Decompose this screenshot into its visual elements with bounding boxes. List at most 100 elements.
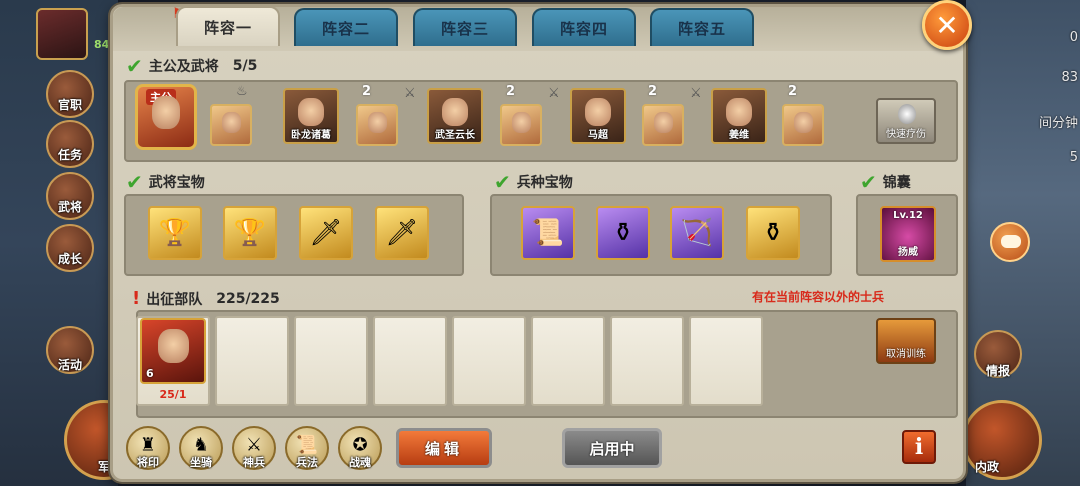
close-icon: ✕ xyxy=(935,8,959,42)
soldier-card[interactable] xyxy=(500,104,542,146)
treasure-sword[interactable]: 🗡 xyxy=(375,206,429,260)
cancel-training-button[interactable]: 取消训练 xyxy=(876,318,936,364)
sword-icon: 🗡 xyxy=(385,218,419,248)
hero-card-guanyu[interactable]: 武圣云长 xyxy=(427,88,483,144)
flame-icon: ♨ xyxy=(236,84,248,99)
weapon-icon: ⚔ xyxy=(245,434,263,456)
side-label-quest: 任务 xyxy=(57,148,82,162)
troop-slot-empty[interactable] xyxy=(531,316,605,406)
troop-treasure-title: ✔ 兵种宝物 xyxy=(494,172,573,192)
jinnang-label: 锦囊 xyxy=(882,175,911,191)
weapon-label: 神兵 xyxy=(243,456,265,469)
hero-name: 马超 xyxy=(588,130,608,141)
scroll-icon: 📜 xyxy=(531,218,565,248)
goblet-icon: 🏆 xyxy=(233,218,267,248)
player-level: 84 xyxy=(94,38,110,51)
soul-button[interactable]: ✪ 战魂 xyxy=(338,426,382,470)
seal-label: 将印 xyxy=(137,456,159,469)
check-icon: ✔ xyxy=(860,170,877,194)
sword-icon: 🗡 xyxy=(309,218,343,248)
close-button[interactable]: ✕ xyxy=(922,0,972,50)
soldier-portrait xyxy=(653,111,673,133)
heal-icon xyxy=(898,104,916,124)
tab-formation-4[interactable]: 阵容四 xyxy=(532,8,636,46)
hero-card-jiangwei[interactable]: 姜维 xyxy=(711,88,767,144)
weapon-button[interactable]: ⚔ 神兵 xyxy=(232,426,276,470)
troop-count: 25/1 xyxy=(159,388,187,401)
enable-button[interactable]: 启用中 xyxy=(562,428,662,468)
bow-icon: 🏹 xyxy=(680,218,714,248)
generals-title: 主公及武将 xyxy=(148,59,219,75)
treasure-scroll[interactable]: 📜 xyxy=(521,206,575,260)
mount-button[interactable]: ♞ 坐骑 xyxy=(179,426,223,470)
troops-section-title: ! 出征部队 225/225 xyxy=(132,288,280,309)
soldier-portrait xyxy=(793,111,813,133)
tab-formation-3[interactable]: 阵容三 xyxy=(413,8,517,46)
player-avatar[interactable] xyxy=(36,8,88,60)
troop-treasure-label: 兵种宝物 xyxy=(516,175,573,191)
treasure-sword[interactable]: 🗡 xyxy=(299,206,353,260)
treasure-bow[interactable]: 🏹 xyxy=(670,206,724,260)
cauldron-icon: ⚱ xyxy=(762,218,784,248)
hero-portrait xyxy=(585,97,611,127)
hero-badge: 2 xyxy=(362,84,372,99)
side-label-generals: 武将 xyxy=(57,200,82,214)
treasure-cauldron[interactable]: ⚱ xyxy=(746,206,800,260)
edit-button[interactable]: 编辑 xyxy=(396,428,492,468)
hero-name: 卧龙诸葛 xyxy=(291,130,331,141)
soul-icon: ✪ xyxy=(352,434,368,456)
troop-slot-empty[interactable] xyxy=(373,316,447,406)
treasure-goblet[interactable]: 🏆 xyxy=(223,206,277,260)
seal-icon: ♜ xyxy=(139,434,157,456)
quick-heal-label: 快速疗伤 xyxy=(886,129,926,140)
side-label-domestic: 内政 xyxy=(974,460,999,474)
chat-icon[interactable] xyxy=(990,222,1030,262)
side-label-growth: 成长 xyxy=(57,252,82,266)
troop-card[interactable]: 6 xyxy=(140,318,206,384)
hero-card-zhuge[interactable]: 卧龙诸葛 xyxy=(283,88,339,144)
general-treasure-title: ✔ 武将宝物 xyxy=(126,172,205,192)
treasure-cauldron[interactable]: ⚱ xyxy=(596,206,650,260)
soul-label: 战魂 xyxy=(349,456,371,469)
info-button[interactable]: i xyxy=(902,430,936,464)
hero-name: 姜维 xyxy=(729,130,749,141)
jinnang-name: 扬威 xyxy=(898,247,918,258)
cauldron-icon: ⚱ xyxy=(612,218,634,248)
swords-icon: ⚔ xyxy=(690,86,702,101)
mount-icon: ♞ xyxy=(192,434,210,456)
lord-hero-card[interactable]: 主公 xyxy=(135,84,197,150)
right-stat-4: 5 xyxy=(1069,150,1078,165)
quick-heal-button[interactable]: 快速疗伤 xyxy=(876,98,936,144)
hero-card-machao[interactable]: 马超 xyxy=(570,88,626,144)
tab-formation-5[interactable]: 阵容五 xyxy=(650,8,754,46)
soldier-card[interactable] xyxy=(642,104,684,146)
strategy-button[interactable]: 📜 兵法 xyxy=(285,426,329,470)
exclamation-icon: ! xyxy=(132,288,141,309)
tab-formation-1[interactable]: 阵容一 xyxy=(176,6,280,46)
troop-slot-empty[interactable] xyxy=(610,316,684,406)
cancel-training-label: 取消训练 xyxy=(886,349,926,360)
soldier-card[interactable] xyxy=(782,104,824,146)
goblet-icon: 🏆 xyxy=(158,218,192,248)
hero-badge: 2 xyxy=(506,84,516,99)
soldier-card[interactable] xyxy=(210,104,252,146)
jinnang-card[interactable]: Lv.12 扬威 xyxy=(880,206,936,262)
hero-name: 武圣云长 xyxy=(435,130,475,141)
troop-slot-empty[interactable] xyxy=(452,316,526,406)
mount-label: 坐骑 xyxy=(190,456,212,469)
general-treasure-label: 武将宝物 xyxy=(148,175,205,191)
troop-slot-empty[interactable] xyxy=(294,316,368,406)
soldier-card[interactable] xyxy=(356,104,398,146)
generals-count: 5/5 xyxy=(232,58,258,74)
troop-slot-empty[interactable] xyxy=(689,316,763,406)
treasure-goblet[interactable]: 🏆 xyxy=(148,206,202,260)
side-label-event: 活动 xyxy=(57,358,82,372)
hero-badge: 2 xyxy=(648,84,658,99)
seal-button[interactable]: ♜ 将印 xyxy=(126,426,170,470)
troops-warning: 有在当前阵容以外的士兵 xyxy=(752,290,885,304)
tab-formation-2[interactable]: 阵容二 xyxy=(294,8,398,46)
troop-slot-empty[interactable] xyxy=(215,316,289,406)
strategy-icon: 📜 xyxy=(295,434,319,456)
troops-count: 225/225 xyxy=(216,290,280,307)
side-label-official: 官职 xyxy=(57,98,82,112)
